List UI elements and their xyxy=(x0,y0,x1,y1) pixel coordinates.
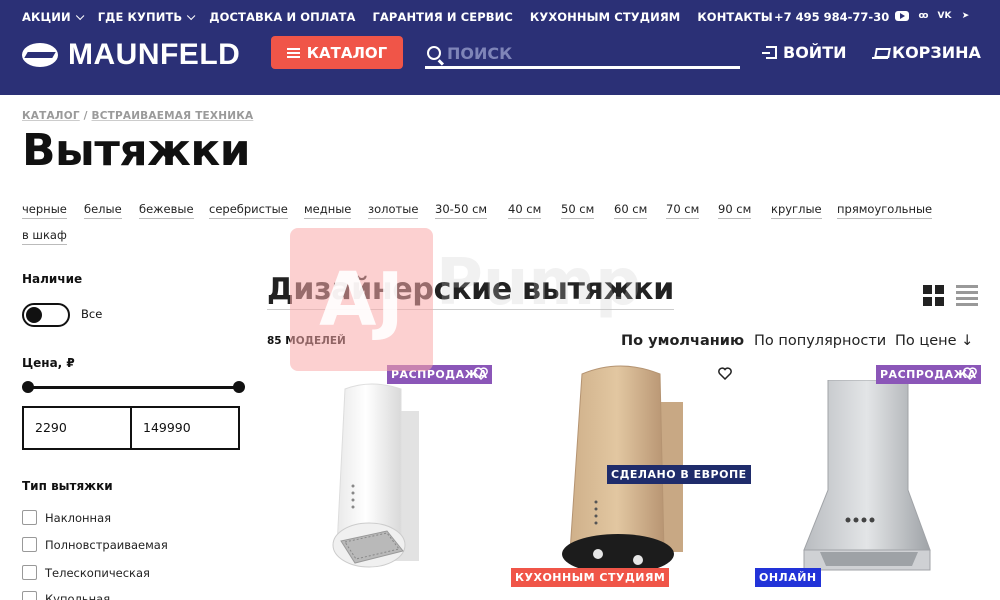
login-button[interactable]: ВОЙТИ xyxy=(762,43,847,62)
tag-copper[interactable]: медные xyxy=(304,202,352,219)
breadcrumb-built-in[interactable]: ВСТРАИВАЕМАЯ ТЕХНИКА xyxy=(92,110,254,122)
telegram-icon[interactable]: ➤ xyxy=(959,10,972,22)
hood-type-option[interactable]: Полновстраиваемая xyxy=(22,537,168,552)
search-icon[interactable] xyxy=(427,46,441,60)
tag-50[interactable]: 50 см xyxy=(561,202,595,219)
page-title: Вытяжки xyxy=(22,125,251,176)
filter-price-title: Цена, ₽ xyxy=(22,356,75,370)
price-slider-track xyxy=(28,386,239,389)
top-nav: АКЦИИ ГДЕ КУПИТЬ ДОСТАВКА И ОПЛАТА ГАРАН… xyxy=(22,10,773,24)
price-slider-min-handle[interactable] xyxy=(22,381,34,393)
cart-icon xyxy=(872,47,888,59)
tag-beige[interactable]: бежевые xyxy=(139,202,194,219)
phone-number[interactable]: +7 495 984-77-30 xyxy=(774,10,889,24)
nav-contacts[interactable]: КОНТАКТЫ xyxy=(697,10,773,24)
sort-default[interactable]: По умолчанию xyxy=(621,333,744,349)
page: АКЦИИ ГДЕ КУПИТЬ ДОСТАВКА И ОПЛАТА ГАРАН… xyxy=(0,0,1000,600)
tag-round[interactable]: круглые xyxy=(771,202,822,219)
price-min-input[interactable]: 2290 xyxy=(22,406,132,450)
hood-type-option-label: Наклонная xyxy=(45,510,112,525)
tag-rectangular[interactable]: прямоугольные xyxy=(837,202,933,219)
breadcrumb-separator: / xyxy=(79,110,92,122)
price-max-input[interactable]: 149990 xyxy=(130,406,240,450)
hood-type-option-label: Купольная xyxy=(45,591,111,600)
hood-type-option-label: Полновстраиваемая xyxy=(45,537,168,552)
tag-black[interactable]: черные xyxy=(22,202,67,219)
tag-in-cabinet[interactable]: в шкаф xyxy=(22,228,67,245)
made-in-europe-badge: СДЕЛАНО В ЕВРОПЕ xyxy=(607,465,751,484)
watermark-logo: AJ xyxy=(290,228,433,371)
tag-silver[interactable]: серебристые xyxy=(209,202,288,219)
checkbox[interactable] xyxy=(22,537,37,552)
tag-30-50[interactable]: 30-50 см xyxy=(435,202,488,219)
site-header: АКЦИИ ГДЕ КУПИТЬ ДОСТАВКА И ОПЛАТА ГАРАН… xyxy=(0,0,1000,95)
nav-delivery[interactable]: ДОСТАВКА И ОПЛАТА xyxy=(209,10,355,24)
tag-white[interactable]: белые xyxy=(84,202,122,219)
availability-toggle-label: Все xyxy=(81,307,103,321)
cart-button[interactable]: КОРЗИНА xyxy=(872,43,981,62)
logo[interactable]: MAUNFELD xyxy=(22,38,240,72)
sort-popularity[interactable]: По популярности xyxy=(754,333,886,349)
kitchen-studios-badge: КУХОННЫМ СТУДИЯМ xyxy=(511,568,670,587)
filter-hood-type-title: Тип вытяжки xyxy=(22,479,113,493)
logo-text: MAUNFELD xyxy=(68,38,241,71)
vk-icon[interactable]: VK xyxy=(938,10,952,22)
youtube-icon[interactable] xyxy=(895,11,909,21)
product-image-steel-hood[interactable] xyxy=(800,380,935,585)
list-view-icon[interactable] xyxy=(956,285,978,306)
product-image-white-hood[interactable] xyxy=(331,381,427,571)
catalog-button[interactable]: КАТАЛОГ xyxy=(271,36,403,69)
login-icon xyxy=(762,46,777,59)
menu-icon xyxy=(286,47,300,58)
filter-availability-title: Наличие xyxy=(22,272,83,286)
checkbox[interactable] xyxy=(22,510,37,525)
tag-40[interactable]: 40 см xyxy=(508,202,542,219)
grid-view-icon[interactable] xyxy=(923,285,944,306)
nav-kitchen-studios[interactable]: КУХОННЫМ СТУДИЯМ xyxy=(530,10,680,24)
catalog-label: КАТАЛОГ xyxy=(306,43,388,62)
hood-type-option-label: Телескопическая xyxy=(45,565,150,580)
search-bar xyxy=(425,40,740,69)
hood-type-option[interactable]: Наклонная xyxy=(22,510,111,525)
nav-promotions[interactable]: АКЦИИ xyxy=(22,10,81,24)
nav-warranty[interactable]: ГАРАНТИЯ И СЕРВИС xyxy=(372,10,512,24)
price-slider-max-handle[interactable] xyxy=(233,381,245,393)
search-input[interactable] xyxy=(447,43,727,63)
breadcrumb-catalog[interactable]: КАТАЛОГ xyxy=(22,110,80,122)
nav-where-to-buy[interactable]: ГДЕ КУПИТЬ xyxy=(98,10,193,24)
tag-90[interactable]: 90 см xyxy=(718,202,752,219)
availability-toggle[interactable] xyxy=(22,303,70,327)
cart-label: КОРЗИНА xyxy=(892,43,981,62)
favorite-heart-icon[interactable] xyxy=(963,367,977,380)
hood-type-option[interactable]: Купольная xyxy=(22,591,110,600)
social-links: ꝏ VK ➤ xyxy=(895,10,972,22)
tag-70[interactable]: 70 см xyxy=(666,202,700,219)
favorite-heart-icon[interactable] xyxy=(474,367,488,380)
tag-gold[interactable]: золотые xyxy=(368,202,419,219)
checkbox[interactable] xyxy=(22,591,37,600)
sort-price[interactable]: По цене ↓ xyxy=(895,333,973,349)
logo-mark-icon xyxy=(22,43,58,67)
odnoklassniki-icon[interactable]: ꝏ xyxy=(917,10,930,22)
favorite-heart-icon[interactable] xyxy=(718,367,732,380)
hood-type-option[interactable]: Телескопическая xyxy=(22,565,150,580)
breadcrumb: КАТАЛОГ / ВСТРАИВАЕМАЯ ТЕХНИКА xyxy=(22,110,253,122)
online-badge: ОНЛАЙН xyxy=(755,568,821,587)
checkbox[interactable] xyxy=(22,565,37,580)
watermark-text: Pump xyxy=(436,246,641,320)
tag-60[interactable]: 60 см xyxy=(614,202,648,219)
login-label: ВОЙТИ xyxy=(783,43,847,62)
